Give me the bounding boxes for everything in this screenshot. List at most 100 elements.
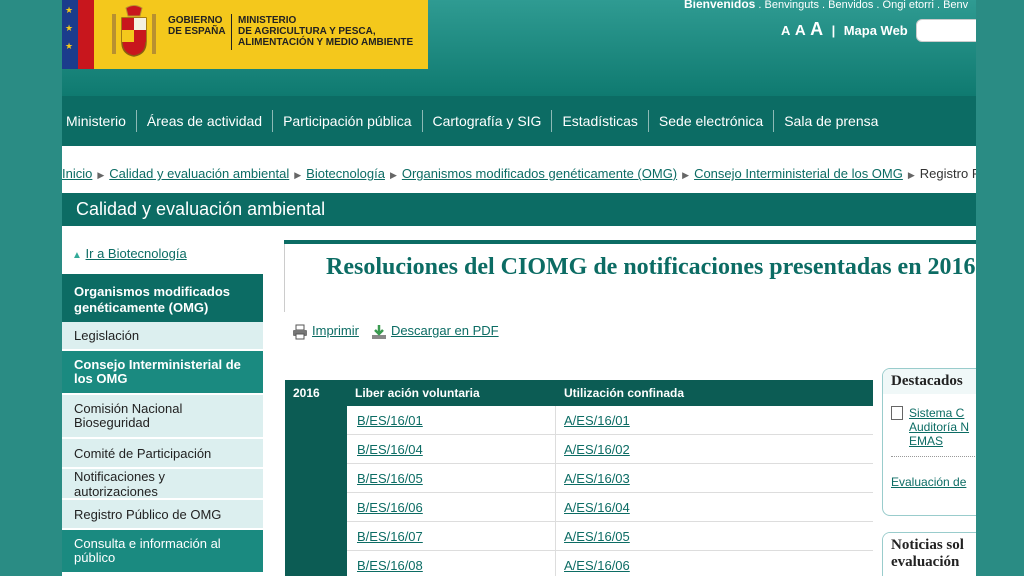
section-title: Calidad y evaluación ambiental [62,193,976,226]
chevron-right-icon: ▶ [682,170,690,180]
content-top-rule [284,240,976,244]
destacados-item-1[interactable]: Sistema C Auditoría N EMAS [909,406,969,448]
nav-item-estadisticas[interactable]: Estadísticas [552,110,649,132]
nav-item-participacion[interactable]: Participación pública [273,110,423,132]
destacados-line[interactable]: EMAS [909,434,943,448]
font-size-small-button[interactable]: A [781,23,790,38]
noticias-line: Noticias sol [891,537,964,553]
release-link[interactable]: B/ES/16/05 [357,471,423,486]
logo-divider [231,14,232,50]
chevron-right-icon: ▶ [907,170,915,180]
contained-link[interactable]: A/ES/16/01 [564,413,630,428]
table-header: 2016 Liber ación voluntaria Utilización … [285,380,873,406]
release-link[interactable]: B/ES/16/01 [357,413,423,428]
breadcrumb-link[interactable]: Biotecnología [306,166,385,181]
ministry-line-1: MINISTERIO [238,15,297,26]
page-actions: Imprimir Descargar en PDF [292,323,499,340]
year-cell [285,551,347,576]
nav-item-ministerio[interactable]: Ministerio [62,110,137,132]
chevron-right-icon: ▶ [294,170,302,180]
breadcrumb-link[interactable]: Organismos modificados genéticamente (OM… [402,166,677,181]
language-selector[interactable]: Bienvenidos . Benvinguts . Benvidos . On… [684,0,968,11]
back-link-container: ▲ Ir a Biotecnología [62,238,263,274]
pdf-link[interactable]: Descargar en PDF [391,323,499,338]
printer-icon [293,324,307,340]
site-header: ★ ★ ★ GOBIERNO DE ESPAÑA MINISTERIO DE A… [62,0,976,96]
destacados-item-2[interactable]: Evaluación de [891,475,966,489]
release-link[interactable]: B/ES/16/06 [357,500,423,515]
page-title: Resoluciones del CIOMG de notificaciones… [326,254,976,280]
triangle-up-icon: ▲ [72,250,82,261]
destacados-line[interactable]: Auditoría N [909,420,969,434]
gov-line-2: DE ESPAÑA [168,26,226,37]
contained-link[interactable]: A/ES/16/02 [564,442,630,457]
sidebar-item-comision[interactable]: Comisión Nacional Bioseguridad [62,395,263,439]
divider [891,456,976,457]
contained-link[interactable]: A/ES/16/04 [564,500,630,515]
breadcrumb-link[interactable]: Consejo Interministerial de los OMG [694,166,903,181]
table-row: B/ES/16/08 A/ES/16/06 [285,551,873,576]
year-cell [285,464,347,493]
table-row: B/ES/16/06 A/ES/16/04 [285,493,873,522]
print-link[interactable]: Imprimir [312,323,359,338]
government-label: GOBIERNO DE ESPAÑA [168,15,226,37]
sidebar-item-registro[interactable]: Registro Público de OMG [62,500,263,530]
ministry-line-2: DE AGRICULTURA Y PESCA, [238,26,376,37]
download-icon [371,324,386,339]
pdf-action[interactable]: Descargar en PDF [371,323,499,340]
contained-link[interactable]: A/ES/16/06 [564,558,630,573]
breadcrumb-current: Registro Púb [919,166,976,181]
resolutions-table: 2016 Liber ación voluntaria Utilización … [285,380,873,576]
destacados-line[interactable]: Sistema C [909,406,964,420]
year-cell [285,493,347,522]
sidebar-item-notificaciones[interactable]: Notificaciones y autorizaciones [62,469,263,500]
breadcrumb-link[interactable]: Inicio [62,166,92,181]
content-left-rule [284,244,285,312]
table-row: B/ES/16/01 A/ES/16/01 [285,406,873,435]
sidebar-item-comite[interactable]: Comité de Participación [62,439,263,469]
destacados-body: Sistema C Auditoría N EMAS Evaluación de [883,394,976,495]
table-row: B/ES/16/04 A/ES/16/02 [285,435,873,464]
destacados-title: Destacados [883,369,976,394]
sidebar-heading[interactable]: Organismos modificados genéticamente (OM… [62,274,263,322]
government-logo[interactable]: ★ ★ ★ GOBIERNO DE ESPAÑA MINISTERIO DE A… [62,0,428,69]
search-input[interactable] [916,19,976,42]
spain-flag-icon [78,0,94,69]
table-row: B/ES/16/05 A/ES/16/03 [285,464,873,493]
sidebar-item-legislacion[interactable]: Legislación [62,322,263,351]
page: ★ ★ ★ GOBIERNO DE ESPAÑA MINISTERIO DE A… [62,0,976,576]
contained-link[interactable]: A/ES/16/03 [564,471,630,486]
welcome-languages[interactable]: . Benvinguts . Benvidos . Ongi etorri . … [755,0,968,11]
noticias-line: evaluación [891,554,960,570]
font-size-large-button[interactable]: A [810,19,823,39]
chevron-right-icon: ▶ [389,170,397,180]
back-to-biotech-link[interactable]: Ir a Biotecnología [86,246,187,261]
sidebar-item-consejo[interactable]: Consejo Interministerial de los OMG [62,351,263,395]
header-tools: A A A | Mapa Web [781,19,908,40]
breadcrumb: Inicio ▶ Calidad y evaluación ambiental ▶ Bi… [62,166,976,181]
ministry-line-3: ALIMENTACIÓN Y MEDIO AMBIENTE [238,37,414,48]
nav-item-areas[interactable]: Áreas de actividad [137,110,274,132]
print-action[interactable]: Imprimir [292,323,359,340]
welcome-bold[interactable]: Bienvenidos [684,0,755,11]
nav-item-cartografia[interactable]: Cartografía y SIG [423,110,553,132]
release-link[interactable]: B/ES/16/07 [357,529,423,544]
release-link[interactable]: B/ES/16/08 [357,558,423,573]
breadcrumb-link[interactable]: Calidad y evaluación ambiental [109,166,289,181]
tools-separator: | [831,23,836,38]
release-link[interactable]: B/ES/16/04 [357,442,423,457]
document-icon [891,406,903,420]
destacados-box: Destacados Sistema C Auditoría N EMAS Ev… [882,368,976,516]
chevron-right-icon: ▶ [97,170,105,180]
sidebar-item-consulta[interactable]: Consulta e información al público [62,530,263,574]
contained-link[interactable]: A/ES/16/05 [564,529,630,544]
contained-use-header: Utilización confinada [564,386,685,400]
nav-item-prensa[interactable]: Sala de prensa [774,110,888,132]
font-size-medium-button[interactable]: A [795,22,806,39]
voluntary-release-header: Liber ación voluntaria [355,386,480,400]
year-cell [285,406,347,435]
nav-item-sede[interactable]: Sede electrónica [649,110,775,132]
eu-flag-icon: ★ ★ ★ [62,0,78,69]
sitemap-link[interactable]: Mapa Web [844,23,908,38]
noticias-box: Noticias sol evaluación [882,532,976,576]
